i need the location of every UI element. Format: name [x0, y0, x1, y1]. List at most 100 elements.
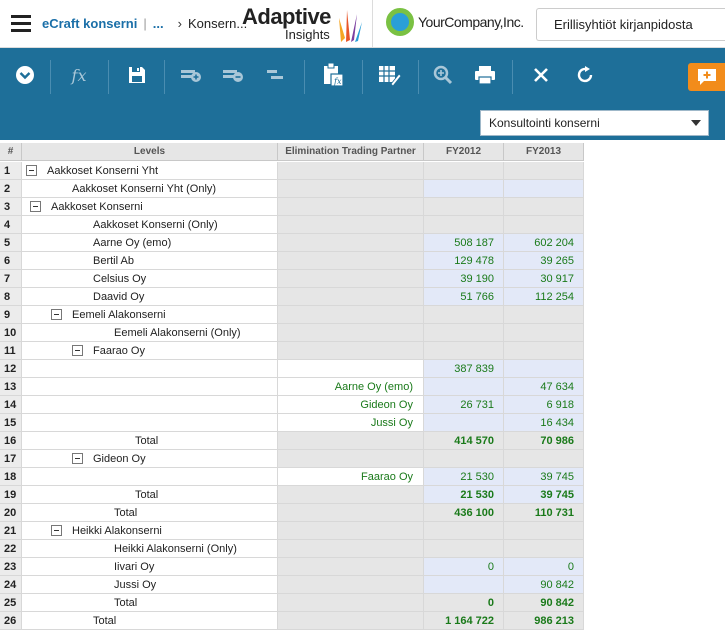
partner-cell[interactable] — [278, 486, 424, 504]
partner-cell[interactable] — [278, 306, 424, 324]
partner-cell[interactable] — [278, 270, 424, 288]
fy2012-cell[interactable] — [424, 324, 504, 342]
fy2013-cell[interactable] — [504, 162, 584, 180]
level-cell[interactable]: Eemeli Alakonserni (Only) — [22, 324, 278, 342]
partner-cell[interactable] — [278, 522, 424, 540]
table-row[interactable]: 5 Aarne Oy (emo) 508 187 602 204 — [0, 234, 584, 252]
refresh-icon[interactable] — [570, 60, 600, 90]
table-row[interactable]: 9 Eemeli Alakonserni — [0, 306, 584, 324]
zoom-icon[interactable] — [428, 60, 458, 90]
partner-cell[interactable] — [278, 360, 424, 378]
table-row[interactable]: 16 Total 414 570 70 986 — [0, 432, 584, 450]
level-cell[interactable]: Aakkoset Konserni Yht — [22, 162, 278, 180]
fy2013-cell[interactable]: 112 254 — [504, 288, 584, 306]
fy2013-cell[interactable] — [504, 306, 584, 324]
fy2012-cell[interactable]: 39 190 — [424, 270, 504, 288]
fy2012-cell[interactable]: 0 — [424, 594, 504, 612]
collapse-toggle-icon[interactable] — [30, 201, 41, 212]
level-cell[interactable]: Total — [22, 504, 278, 522]
level-cell[interactable] — [22, 360, 278, 378]
close-icon[interactable] — [526, 60, 556, 90]
fy2012-cell[interactable]: 26 731 — [424, 396, 504, 414]
fy2012-cell[interactable]: 129 478 — [424, 252, 504, 270]
partner-cell[interactable] — [278, 198, 424, 216]
fy2013-cell[interactable]: 0 — [504, 558, 584, 576]
table-row[interactable]: 21 Heikki Alakonserni — [0, 522, 584, 540]
table-row[interactable]: 11 Faarao Oy — [0, 342, 584, 360]
comment-add-icon[interactable] — [688, 63, 725, 91]
fy2012-cell[interactable] — [424, 306, 504, 324]
fy2012-cell[interactable]: 21 530 — [424, 486, 504, 504]
table-row[interactable]: 8 Daavid Oy 51 766 112 254 — [0, 288, 584, 306]
print-icon[interactable] — [470, 60, 500, 90]
partner-cell[interactable] — [278, 324, 424, 342]
level-cell[interactable]: Total — [22, 432, 278, 450]
partner-cell[interactable] — [278, 594, 424, 612]
fy2013-cell[interactable]: 90 842 — [504, 576, 584, 594]
fy2012-cell[interactable] — [424, 378, 504, 396]
fy2012-cell[interactable]: 508 187 — [424, 234, 504, 252]
column-header-partner[interactable]: Elimination Trading Partner — [278, 143, 424, 161]
table-row[interactable]: 7 Celsius Oy 39 190 30 917 — [0, 270, 584, 288]
partner-cell[interactable] — [278, 288, 424, 306]
table-row[interactable]: 20 Total 436 100 110 731 — [0, 504, 584, 522]
fy2012-cell[interactable] — [424, 216, 504, 234]
fy2012-cell[interactable]: 21 530 — [424, 468, 504, 486]
partner-cell[interactable]: Faarao Oy — [278, 468, 424, 486]
fy2013-cell[interactable]: 110 731 — [504, 504, 584, 522]
remove-row-icon[interactable] — [218, 60, 248, 90]
table-row[interactable]: 23 Iivari Oy 0 0 — [0, 558, 584, 576]
fy2012-cell[interactable] — [424, 522, 504, 540]
partner-cell[interactable]: Gideon Oy — [278, 396, 424, 414]
table-row[interactable]: 1 Aakkoset Konserni Yht — [0, 162, 584, 180]
level-cell[interactable]: Bertil Ab — [22, 252, 278, 270]
fy2012-cell[interactable] — [424, 540, 504, 558]
fy2013-cell[interactable]: 39 745 — [504, 486, 584, 504]
level-cell[interactable]: Aarne Oy (emo) — [22, 234, 278, 252]
partner-cell[interactable] — [278, 342, 424, 360]
table-row[interactable]: 13 Aarne Oy (emo) 47 634 — [0, 378, 584, 396]
level-cell[interactable]: Aakkoset Konserni (Only) — [22, 216, 278, 234]
partner-cell[interactable] — [278, 162, 424, 180]
collapse-toggle-icon[interactable] — [72, 345, 83, 356]
level-cell[interactable]: Total — [22, 486, 278, 504]
table-row[interactable]: 12 387 839 — [0, 360, 584, 378]
fy2013-cell[interactable] — [504, 360, 584, 378]
breadcrumb-current[interactable]: Konsern... — [188, 16, 247, 31]
partner-cell[interactable] — [278, 612, 424, 630]
level-cell[interactable] — [22, 378, 278, 396]
fx-icon[interactable]: fx — [64, 60, 94, 90]
collapse-toggle-icon[interactable] — [72, 453, 83, 464]
add-row-icon[interactable] — [176, 60, 206, 90]
clipboard-formula-icon[interactable]: fx — [318, 60, 348, 90]
collapse-toggle-icon[interactable] — [51, 309, 62, 320]
fy2013-cell[interactable]: 602 204 — [504, 234, 584, 252]
column-header-levels[interactable]: Levels — [22, 143, 278, 161]
column-header-num[interactable]: # — [0, 143, 22, 161]
menu-icon[interactable] — [0, 0, 42, 48]
fy2012-cell[interactable]: 436 100 — [424, 504, 504, 522]
fy2013-cell[interactable]: 986 213 — [504, 612, 584, 630]
fy2012-cell[interactable] — [424, 576, 504, 594]
table-row[interactable]: 19 Total 21 530 39 745 — [0, 486, 584, 504]
fy2013-cell[interactable] — [504, 216, 584, 234]
partner-cell[interactable] — [278, 540, 424, 558]
level-cell[interactable]: Heikki Alakonserni (Only) — [22, 540, 278, 558]
column-header-fy2013[interactable]: FY2013 — [504, 143, 584, 161]
level-cell[interactable] — [22, 468, 278, 486]
fy2013-cell[interactable] — [504, 324, 584, 342]
partner-cell[interactable] — [278, 432, 424, 450]
partner-cell[interactable]: Aarne Oy (emo) — [278, 378, 424, 396]
level-cell[interactable]: Heikki Alakonserni — [22, 522, 278, 540]
fy2013-cell[interactable] — [504, 342, 584, 360]
fy2013-cell[interactable]: 30 917 — [504, 270, 584, 288]
fy2012-cell[interactable] — [424, 450, 504, 468]
partner-cell[interactable] — [278, 216, 424, 234]
level-cell[interactable]: Iivari Oy — [22, 558, 278, 576]
breadcrumb-link-ecraft[interactable]: eCraft konserni — [42, 16, 137, 31]
table-row[interactable]: 25 Total 0 90 842 — [0, 594, 584, 612]
collapse-toggle-icon[interactable] — [26, 165, 37, 176]
fy2012-cell[interactable] — [424, 162, 504, 180]
level-cell[interactable]: Faarao Oy — [22, 342, 278, 360]
grid-edit-icon[interactable] — [374, 60, 404, 90]
